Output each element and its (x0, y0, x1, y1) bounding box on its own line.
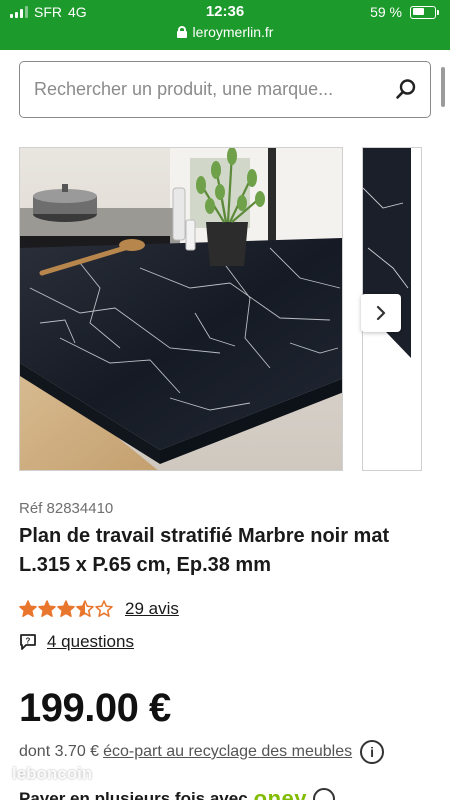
star-full-icon (19, 600, 37, 617)
product-rating[interactable]: 29 avis (19, 599, 179, 619)
product-reference: Réf 82834410 (19, 500, 114, 517)
svg-text:?: ? (26, 637, 31, 646)
url-text: leroymerlin.fr (192, 24, 274, 40)
product-title: Plan de travail stratifié Marbre noir ma… (19, 525, 390, 576)
watermark: leboncoin (12, 764, 93, 783)
installment-payment-row[interactable]: Payer en plusieurs fois avec oney (19, 786, 336, 800)
star-full-icon (57, 600, 75, 617)
search-input[interactable] (34, 62, 374, 116)
star-full-icon (38, 600, 56, 617)
oney-logo: oney (253, 786, 308, 800)
battery-status: 59 % (370, 4, 439, 20)
address-bar[interactable]: leroymerlin.fr (0, 24, 450, 40)
questions-row[interactable]: ? 4 questions (19, 632, 134, 652)
lock-icon (176, 26, 187, 38)
status-bar: SFR 4G 12:36 leroymerlin.fr 59 % (0, 0, 450, 50)
star-empty-icon (95, 600, 113, 617)
gallery-next-button[interactable] (361, 294, 401, 332)
product-image-main[interactable] (19, 147, 343, 471)
battery-icon (410, 5, 439, 19)
page-scrollbar[interactable] (441, 67, 445, 107)
product-price: 199.00 € (19, 686, 171, 730)
product-gallery[interactable] (19, 147, 450, 471)
battery-percent: 59 % (370, 4, 402, 20)
ecopart-amount: dont 3.70 € (19, 743, 100, 760)
installment-text: Payer en plusieurs fois avec (19, 789, 248, 800)
question-bubble-icon: ? (20, 634, 36, 650)
marble-worktop-image (20, 148, 342, 470)
chevron-right-icon (376, 305, 386, 321)
star-half-icon (76, 600, 94, 617)
reviews-link[interactable]: 29 avis (125, 599, 179, 619)
ecopart-link[interactable]: éco-part au recyclage des meubles (103, 743, 352, 761)
ecopart-row: dont 3.70 € éco-part au recyclage des me… (19, 740, 385, 764)
rating-stars (19, 600, 113, 618)
search-icon[interactable] (394, 77, 418, 101)
info-icon[interactable]: i (360, 740, 385, 764)
search-bar[interactable] (19, 61, 431, 118)
payment-info-icon[interactable] (313, 788, 336, 800)
questions-link[interactable]: 4 questions (47, 632, 134, 652)
